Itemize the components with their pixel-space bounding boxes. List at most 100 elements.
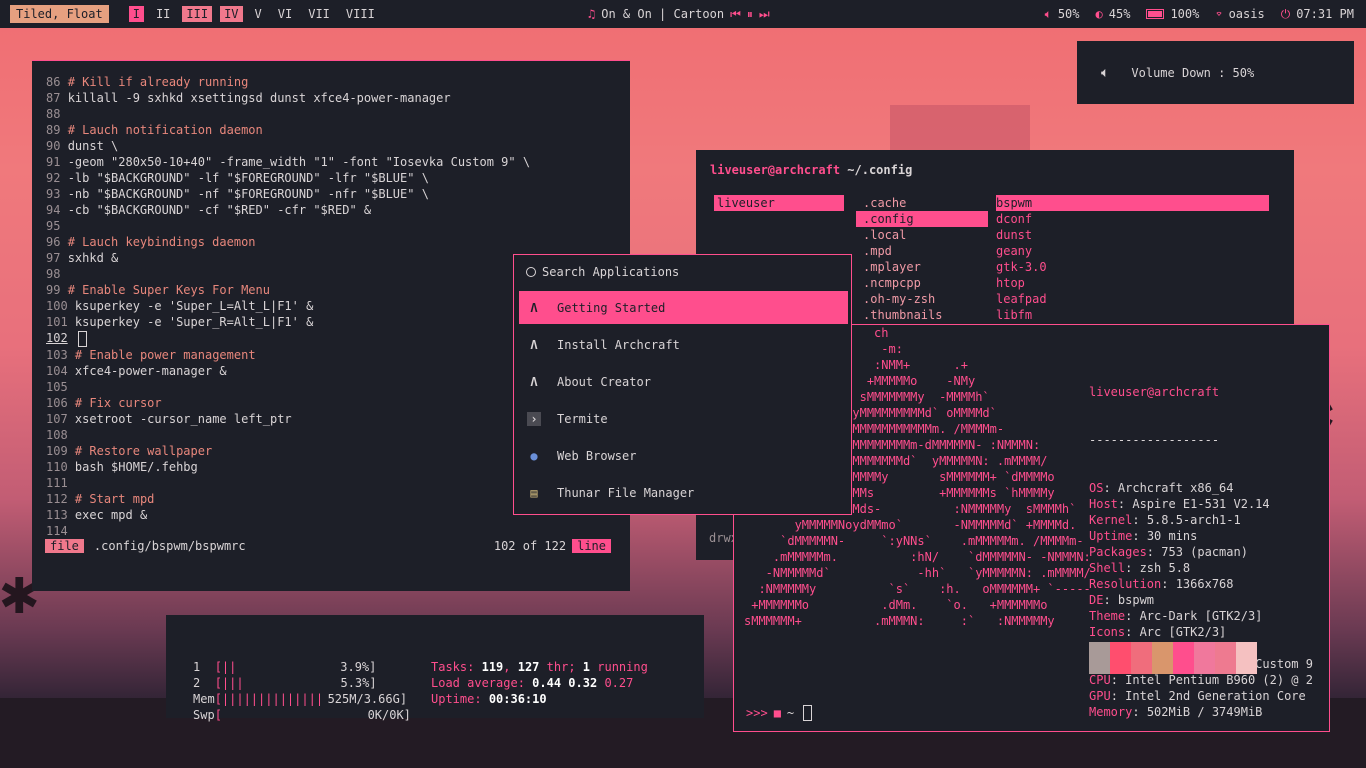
- volume-notification[interactable]: 🔈︎ Volume Down : 50%: [1077, 41, 1354, 104]
- fm-item[interactable]: geany: [996, 243, 1269, 259]
- code-line[interactable]: 90 dunst \: [46, 138, 530, 154]
- workspace-6[interactable]: VI: [274, 6, 296, 22]
- previous-track-icon[interactable]: ⏮: [730, 7, 741, 22]
- code-line[interactable]: 99 # Enable Super Keys For Menu: [46, 282, 530, 298]
- info-key: Uptime: [1089, 529, 1133, 543]
- code-line[interactable]: 113 exec mpd &: [46, 507, 530, 523]
- workspace-5[interactable]: V: [251, 6, 266, 22]
- code-line[interactable]: 102: [46, 330, 530, 347]
- shell-prompt[interactable]: >>> ■ ~: [746, 705, 813, 721]
- code-line[interactable]: 100 ksuperkey -e 'Super_L=Alt_L|F1' &: [46, 298, 530, 314]
- workspace-7[interactable]: VII: [304, 6, 334, 22]
- code-line[interactable]: 91 -geom "280x50-10+40" -frame_width "1"…: [46, 154, 530, 170]
- launcher-item-label: Thunar File Manager: [557, 485, 695, 500]
- info-key: OS: [1089, 481, 1104, 495]
- code-line[interactable]: 87 killall -9 sxhkd xsettingsd dunst xfc…: [46, 90, 530, 106]
- code-line[interactable]: 88: [46, 106, 530, 122]
- fm-item[interactable]: .mpd: [856, 243, 988, 259]
- line-text: -nb "$BACKGROUND" -nf "$FOREGROUND" -nfr…: [67, 187, 429, 201]
- code-line[interactable]: 89 # Lauch notification daemon: [46, 122, 530, 138]
- line-number: 106: [46, 395, 68, 410]
- fm-item[interactable]: .cache: [856, 195, 988, 211]
- htop-window[interactable]: 1 [|| 3.9%] 2 [||| 5.3%] Mem[|||||||||||||…: [166, 615, 704, 722]
- launcher-item[interactable]: ▤ Thunar File Manager: [519, 476, 848, 509]
- line-text: # Restore wallpaper: [74, 443, 213, 458]
- code-line[interactable]: 86 # Kill if already running: [46, 74, 530, 90]
- volume-icon[interactable]: 🔈︎: [1045, 7, 1052, 22]
- load-label: Load average:: [431, 676, 525, 690]
- palette-swatch: [1152, 642, 1173, 674]
- pause-icon[interactable]: ⏸: [747, 7, 753, 22]
- fm-item[interactable]: .mplayer: [856, 259, 988, 275]
- fm-item[interactable]: .config: [856, 211, 988, 227]
- code-line[interactable]: 101 ksuperkey -e 'Super_R=Alt_L|F1' &: [46, 314, 530, 330]
- text-cursor: [803, 705, 813, 721]
- fm-item[interactable]: bspwm: [996, 195, 1269, 211]
- code-line[interactable]: 106 # Fix cursor: [46, 395, 530, 411]
- code-line[interactable]: 104 xfce4-power-manager &: [46, 363, 530, 379]
- search-input[interactable]: Search Applications: [542, 265, 679, 279]
- fm-item[interactable]: leafpad: [996, 291, 1269, 307]
- code-line[interactable]: 96 # Lauch keybindings daemon: [46, 234, 530, 250]
- wifi-icon[interactable]: ⌔: [1215, 7, 1222, 21]
- workspace-8[interactable]: VIII: [342, 6, 379, 22]
- layout-indicator[interactable]: Tiled, Float: [10, 5, 109, 23]
- info-value: Arc-Dark [GTK2/3]: [1139, 609, 1263, 623]
- code-line[interactable]: 108: [46, 427, 530, 443]
- code-line[interactable]: 109 # Restore wallpaper: [46, 443, 530, 459]
- fm-item[interactable]: dconf: [996, 211, 1269, 227]
- workspace-4[interactable]: IV: [220, 6, 243, 22]
- ascii-line: yMMMMMNoydMMmo` -NMMMMMd` +MMMMd.: [744, 518, 1077, 532]
- launcher-item[interactable]: › Termite: [519, 402, 848, 435]
- workspace-3[interactable]: III: [182, 6, 213, 22]
- fm-item[interactable]: .oh-my-zsh: [856, 291, 988, 307]
- info-row: Icons: Arc [GTK2/3]: [1089, 625, 1227, 639]
- code-line[interactable]: 110 bash $HOME/.fehbg: [46, 459, 530, 475]
- line-text: killall -9 sxhkd xsettingsd dunst xfce4-…: [67, 91, 451, 105]
- workspace-2[interactable]: II: [152, 6, 174, 22]
- code-line[interactable]: 112 # Start mpd: [46, 491, 530, 507]
- brightness-icon[interactable]: ◐: [1096, 7, 1103, 21]
- line-text: # Lauch keybindings daemon: [67, 235, 256, 249]
- code-line[interactable]: 95: [46, 218, 530, 234]
- launcher-item[interactable]: Λ About Creator: [519, 365, 848, 398]
- mem-bar: [||||||||||||||: [214, 692, 324, 706]
- code-line[interactable]: 111: [46, 475, 530, 491]
- launcher-item[interactable]: Λ Getting Started: [519, 291, 848, 324]
- fm-item[interactable]: htop: [996, 275, 1269, 291]
- workspace-1[interactable]: I: [128, 6, 144, 22]
- code-line[interactable]: 107 xsetroot -cursor_name left_ptr: [46, 411, 530, 427]
- line-text: -lb "$BACKGROUND" -lf "$FOREGROUND" -lfr…: [67, 171, 429, 185]
- fm-item[interactable]: liveuser: [714, 195, 844, 211]
- fm-item[interactable]: dunst: [996, 227, 1269, 243]
- code-area[interactable]: 86 # Kill if already running 87 killall -…: [46, 74, 530, 539]
- line-number: 96: [46, 235, 61, 249]
- brightness-value: 45%: [1108, 7, 1131, 21]
- code-line[interactable]: 103 # Enable power management: [46, 347, 530, 363]
- code-line[interactable]: 97 sxhkd &: [46, 250, 530, 266]
- ascii-line: :NMMMMMy `s` :h. oMMMMMM+ `-----: [744, 582, 1091, 596]
- line-text: # Fix cursor: [74, 395, 162, 410]
- fm-item[interactable]: .local: [856, 227, 988, 243]
- fm-item[interactable]: .thumbnails: [856, 307, 988, 323]
- fm-path: liveuser@archcraft ~/.config: [710, 163, 912, 177]
- file-manager-icon: ▤: [530, 485, 538, 500]
- code-line[interactable]: 105: [46, 379, 530, 395]
- clock[interactable]: 07:31 PM: [1296, 7, 1354, 21]
- fm-item[interactable]: gtk-3.0: [996, 259, 1269, 275]
- code-line[interactable]: 94 -cb "$BACKGROUND" -cf "$RED" -cfr "$R…: [46, 202, 530, 218]
- code-line[interactable]: 92 -lb "$BACKGROUND" -lf "$FOREGROUND" -…: [46, 170, 530, 186]
- line-text: xsetroot -cursor_name left_ptr: [74, 411, 292, 426]
- app-launcher[interactable]: Search Applications Λ Getting Started Λ Ins…: [513, 254, 852, 515]
- fm-item[interactable]: .ncmpcpp: [856, 275, 988, 291]
- cpu1-bar: [||: [214, 660, 237, 674]
- code-line[interactable]: 114: [46, 523, 530, 539]
- fm-item[interactable]: libfm: [996, 307, 1269, 323]
- tasks-label: Tasks:: [431, 660, 475, 674]
- next-track-icon[interactable]: ⏭: [759, 7, 770, 22]
- launcher-item[interactable]: Λ Install Archcraft: [519, 328, 848, 361]
- code-line[interactable]: 98: [46, 266, 530, 282]
- launcher-search[interactable]: Search Applications: [526, 265, 679, 279]
- code-line[interactable]: 93 -nb "$BACKGROUND" -nf "$FOREGROUND" -…: [46, 186, 530, 202]
- launcher-item[interactable]: ● Web Browser: [519, 439, 848, 472]
